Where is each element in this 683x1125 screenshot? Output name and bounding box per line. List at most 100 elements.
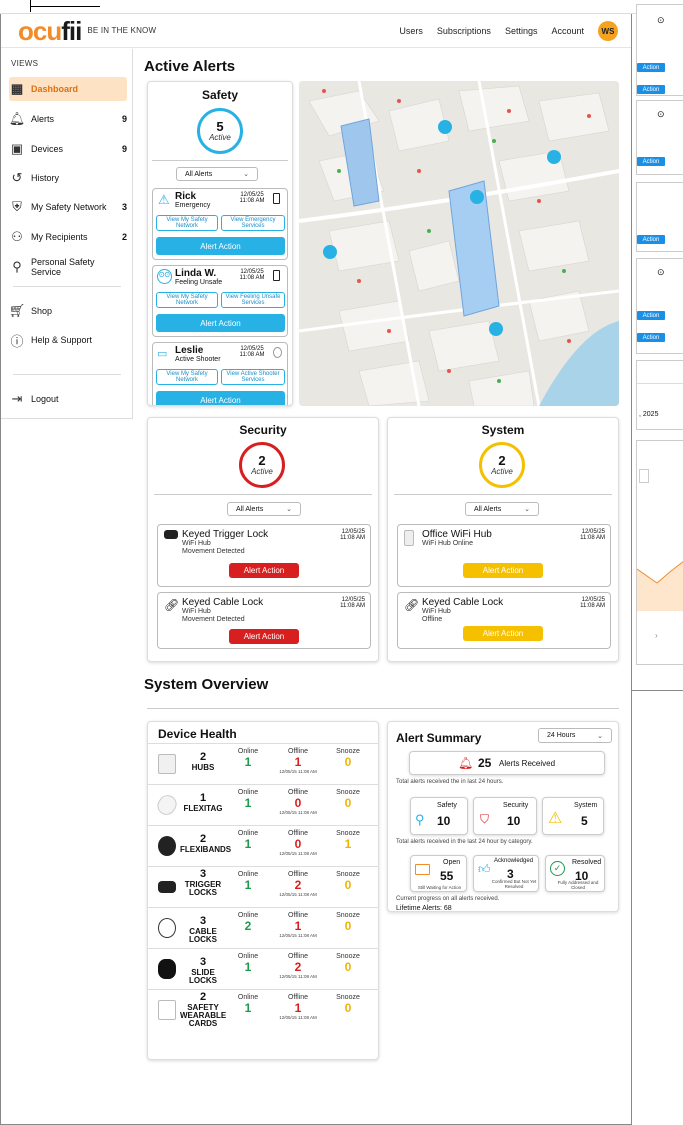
system-title: System — [481, 423, 525, 437]
safety-category-box: ⚲ Safety 10 — [410, 797, 468, 835]
collapse-icon[interactable]: ⊙ — [657, 15, 665, 26]
time-range-select[interactable]: 24 Hours ⌄ — [538, 728, 612, 743]
action-pill[interactable]: Action — [637, 63, 665, 72]
ocufii-logo[interactable]: ocufii — [18, 18, 82, 44]
sidebar-item-help[interactable]: ⓘ Help & Support — [9, 328, 127, 352]
person-check-icon: ⚲ — [12, 259, 22, 274]
sidebar-item-safety-network[interactable]: ⛨ My Safety Network 3 — [9, 195, 127, 219]
next-icon[interactable]: › — [655, 631, 658, 640]
safety-filter-select[interactable]: All Alerts ⌄ — [176, 167, 258, 181]
system-card: System 2 Active All Alerts ⌄ Office WiFi H… — [387, 417, 619, 662]
device-health-row: 1 FLEXITAG Online 1 Offline 0 12/05/15 11:08 A… — [148, 784, 378, 825]
alerts-received-box: 🔔︎ 25 Alerts Received — [409, 751, 605, 775]
open-status-box: Open 55 Still Waiting for Action — [410, 855, 467, 892]
action-pill[interactable]: Action — [637, 311, 665, 320]
nav-users[interactable]: Users — [399, 26, 423, 36]
safety-count-ring: 5 Active — [197, 108, 243, 154]
shield-icon: ⛨ — [12, 199, 22, 214]
action-pill[interactable]: Action — [637, 85, 665, 94]
warning-icon: ⚠ — [548, 810, 563, 827]
avatar[interactable]: WS — [598, 21, 618, 41]
device-health-row: 3 TRIGGER LOCKS Online 1 Offline 2 12/05/15 11… — [148, 866, 378, 907]
acknowledged-status-box: 👍︎ Acknowledged 3 Confirmed But Not Yet … — [473, 855, 539, 892]
action-pill[interactable]: Action — [637, 157, 665, 166]
bg-panel-6: › — [636, 440, 683, 665]
nav-account[interactable]: Account — [551, 26, 584, 36]
alert-action-button[interactable]: Alert Action — [156, 314, 285, 332]
device-health-row: 2 HUBS Online 1 Offline 1 12/05/15 11:08 AM Sno… — [148, 743, 378, 784]
alerts-map[interactable] — [299, 81, 619, 406]
alert-action-button[interactable]: Alert Action — [229, 629, 299, 644]
divider — [13, 286, 121, 287]
check-circle-icon: ✓ — [550, 861, 565, 876]
alert-action-button[interactable]: Alert Action — [463, 626, 543, 641]
sidebar-item-shop[interactable]: 🛒︎ Shop — [9, 299, 127, 323]
view-services-button[interactable]: View Emergency Services — [221, 215, 285, 231]
shield-alert-icon: ⛉ — [480, 812, 490, 826]
bg-panel-1: ⊙ Action Action — [636, 4, 683, 96]
bell-icon: 🔔︎ — [8, 111, 26, 126]
alert-action-button[interactable]: Alert Action — [156, 237, 285, 255]
cable-lock-icon: 🔗︎ — [164, 598, 180, 612]
security-filter-select[interactable]: All Alerts ⌄ — [227, 502, 301, 516]
cable-lock-icon: 🔗︎ — [404, 598, 420, 612]
nav-settings[interactable]: Settings — [505, 26, 538, 36]
wearable-card-icon — [158, 1000, 176, 1020]
sidebar-item-devices[interactable]: ▣ Devices 9 — [9, 137, 127, 161]
app-window: ocufii BE IN THE KNOW Users Subscription… — [0, 14, 632, 1125]
trigger-lock-icon — [164, 530, 178, 539]
safety-alert-item: ʘʘ Linda W. Feeling Unsafe 12/05/25 11:08… — [152, 265, 288, 337]
sidebar-item-logout[interactable]: ⇥ Logout — [9, 387, 127, 411]
unsafe-face-icon: ʘʘ — [157, 269, 172, 284]
security-count-ring: 2 Active — [239, 442, 285, 488]
sidebar-item-dashboard[interactable]: ▦ Dashboard — [9, 77, 127, 101]
lifetime-alerts: Lifetime Alerts: 68 — [396, 905, 452, 912]
system-filter-select[interactable]: All Alerts ⌄ — [465, 502, 539, 516]
sidebar-item-alerts[interactable]: 🔔︎ Alerts 9 — [9, 107, 127, 131]
system-alert-item: 🔗︎ Keyed Cable Lock WiFi Hub Offline 12/… — [397, 592, 611, 649]
resolved-status-box: ✓ Resolved 10 Fully Addressed and Closed — [545, 855, 605, 892]
view-services-button[interactable]: View Feeling Unsafe Services — [221, 292, 285, 308]
security-card: Security 2 Active All Alerts ⌄ Keyed Trigg… — [147, 417, 379, 662]
phone-icon — [273, 270, 280, 281]
sidebar: VIEWS ▦ Dashboard 🔔︎ Alerts 9 ▣ Devices 9 ↺ Hi… — [1, 49, 133, 419]
safety-card: Safety 5 Active All Alerts ⌄ ⚠ Rick Emerge… — [147, 81, 293, 406]
view-safety-network-button[interactable]: View My Safety Network — [156, 215, 218, 231]
alert-action-button[interactable]: Alert Action — [463, 563, 543, 578]
sidebar-item-recipients[interactable]: ⚇ My Recipients 2 — [9, 225, 127, 249]
phone-icon — [273, 193, 280, 204]
bg-panel-3: Action — [636, 182, 683, 252]
view-safety-network-button[interactable]: View My Safety Network — [156, 292, 218, 308]
cart-icon: 🛒︎ — [8, 303, 26, 318]
collapse-icon[interactable]: ⊙ — [657, 109, 665, 120]
view-services-button[interactable]: View Active Shooter Services — [221, 369, 285, 385]
hub-icon — [158, 754, 176, 774]
action-pill[interactable]: Action — [637, 235, 665, 244]
alert-summary-card: Alert Summary 24 Hours ⌄ 🔔︎ 25 Alerts Rec… — [387, 721, 619, 912]
help-icon: ⓘ — [10, 333, 24, 349]
bg-panel-5: , 2025 — [636, 360, 683, 430]
alert-action-button[interactable]: Alert Action — [156, 391, 285, 405]
alert-action-button[interactable]: Alert Action — [229, 563, 299, 578]
slide-lock-icon — [158, 959, 176, 979]
nav-subscriptions[interactable]: Subscriptions — [437, 26, 491, 36]
history-icon: ↺ — [11, 170, 23, 185]
sidebar-item-history[interactable]: ↺ History — [9, 166, 127, 190]
security-title: Security — [239, 423, 287, 437]
siren-icon: 🔔︎ — [458, 756, 474, 770]
device-health-row: 3 SLIDE LOCKS Online 1 Offline 2 12/05/15 11:0… — [148, 948, 378, 989]
system-count-ring: 2 Active — [479, 442, 525, 488]
date-fragment: , 2025 — [639, 411, 659, 418]
security-alert-item: 🔗︎ Keyed Cable Lock WiFi Hub Movement De… — [157, 592, 371, 649]
security-alert-item: Keyed Trigger Lock WiFi Hub Movement Det… — [157, 524, 371, 587]
action-pill[interactable]: Action — [637, 333, 665, 342]
logout-icon: ⇥ — [11, 391, 23, 406]
collapse-icon[interactable]: ⊙ — [657, 267, 665, 278]
people-icon: ⚇ — [11, 229, 23, 244]
hub-icon — [404, 530, 414, 546]
sidebar-item-personal-safety[interactable]: ⚲ Personal Safety Service — [9, 255, 127, 279]
view-safety-network-button[interactable]: View My Safety Network — [156, 369, 218, 385]
active-alerts-title: Active Alerts — [144, 58, 236, 75]
sidebar-section-title: VIEWS — [11, 59, 39, 68]
top-nav: Users Subscriptions Settings Account WS — [399, 21, 618, 41]
